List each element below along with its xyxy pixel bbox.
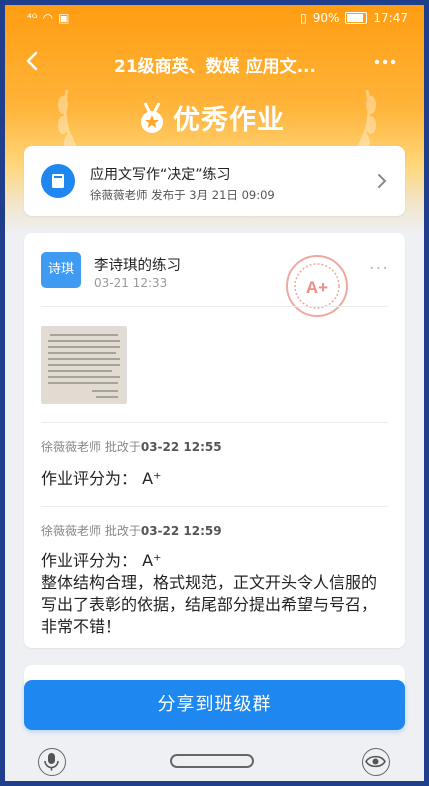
status-bar: ⁴ᴳ ◠ ▣ ▯ 90% 17:47 xyxy=(5,5,424,31)
eye-button[interactable] xyxy=(362,748,390,776)
homework-card: 诗琪 李诗琪的练习 03-21 12:33 A+ ··· 徐薇薇老师 批改于03… xyxy=(24,233,405,648)
share-to-class-button[interactable]: 分享到班级群 xyxy=(24,680,405,730)
logo: 优秀作业 xyxy=(137,98,285,137)
chevron-right-icon xyxy=(378,174,387,188)
book-icon xyxy=(52,174,64,188)
back-arrow-icon[interactable] xyxy=(21,49,45,73)
teacher-name: 徐薇薇老师 xyxy=(41,440,102,454)
comment-action: 批改于 xyxy=(101,524,141,538)
teacher-name: 徐薇薇老师 xyxy=(41,524,102,538)
task-card[interactable]: 应用文写作“决定”练习 徐薇薇老师 发布于 3月 21日 09:09 xyxy=(24,146,405,216)
battery-icon xyxy=(345,12,368,24)
document-image xyxy=(42,327,126,403)
vibrate-icon: ▯ xyxy=(300,11,307,25)
comment-action: 批改于 xyxy=(101,440,141,454)
stamp-text: A+ xyxy=(306,278,328,297)
divider xyxy=(41,422,388,423)
mic-icon xyxy=(44,753,59,771)
student-name: 李诗琪的练习 xyxy=(94,258,181,274)
comment-text: 作业评分为： A⁺ 整体结构合理，格式规范，正文开头令人信服的写出了表彰的依据，… xyxy=(41,551,378,636)
grade-stamp: A+ xyxy=(286,255,348,317)
comment-time: 03-22 12:59 xyxy=(140,524,222,538)
comment-time: 03-22 12:55 xyxy=(140,440,222,454)
avatar: 诗琪 xyxy=(41,252,81,288)
comment-text: 作业评分为： A⁺ xyxy=(41,469,162,488)
signal-icon: ⁴ᴳ xyxy=(27,11,38,25)
task-meta: 徐薇薇老师 发布于 3月 21日 09:09 xyxy=(90,188,275,202)
divider xyxy=(41,506,388,507)
app-frame: ⁴ᴳ ◠ ▣ ▯ 90% 17:47 21级商英、数媒 应用文... 优秀作业 … xyxy=(5,5,424,781)
eye-icon xyxy=(365,755,386,768)
task-title: 应用文写作“决定”练习 xyxy=(90,167,231,183)
wifi-icon: ◠ xyxy=(42,11,54,25)
page-title: 21级商英、数媒 应用文... xyxy=(114,57,316,77)
logo-text: 优秀作业 xyxy=(173,105,285,136)
task-icon-circle xyxy=(41,164,75,198)
medal-icon xyxy=(141,101,163,133)
mic-button[interactable] xyxy=(38,748,66,776)
comment-meta: 徐薇薇老师 批改于03-22 12:59 xyxy=(41,522,222,539)
divider xyxy=(41,306,388,307)
homework-image-thumbnail[interactable] xyxy=(41,326,127,404)
battery-percent: 90% xyxy=(312,11,340,25)
more-options-button[interactable]: ··· xyxy=(369,258,389,279)
home-indicator[interactable] xyxy=(170,754,254,768)
submit-time: 03-21 12:33 xyxy=(94,276,168,290)
bottom-toolbar xyxy=(5,741,424,781)
clock: 17:47 xyxy=(373,11,408,25)
comment-meta: 徐薇薇老师 批改于03-22 12:55 xyxy=(41,438,222,455)
notification-icon: ▣ xyxy=(58,11,70,25)
more-icon[interactable] xyxy=(372,51,398,73)
